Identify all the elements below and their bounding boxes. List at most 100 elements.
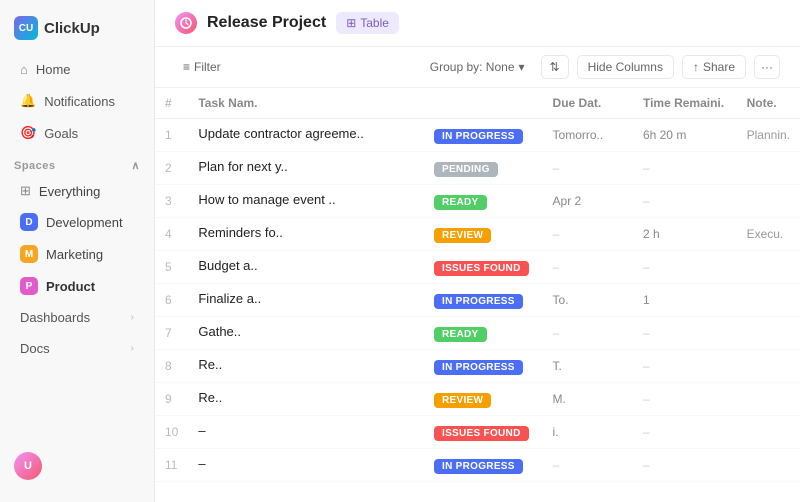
task-status[interactable]: IN PROGRESS xyxy=(424,119,543,152)
hide-columns-label: Hide Columns xyxy=(588,60,663,74)
status-badge: READY xyxy=(434,327,487,342)
table-icon: ⊞ xyxy=(346,16,356,30)
due-date: T. xyxy=(543,350,633,383)
spaces-collapse-icon[interactable]: ∧ xyxy=(131,159,140,172)
time-remaining: – xyxy=(633,251,737,284)
task-status[interactable]: REVIEW xyxy=(424,218,543,251)
goals-icon: 🎯 xyxy=(20,125,36,141)
status-badge: IN PROGRESS xyxy=(434,294,523,309)
status-badge: IN PROGRESS xyxy=(434,360,523,375)
sidebar-item-everything[interactable]: ⊞ Everything xyxy=(6,177,148,205)
table-row[interactable]: 2Plan for next y..PENDING–– xyxy=(155,152,800,185)
task-name[interactable]: Gathe.. xyxy=(188,317,424,350)
row-num: 3 xyxy=(155,185,188,218)
task-status[interactable]: READY xyxy=(424,185,543,218)
logo-icon: CU xyxy=(14,16,38,40)
status-badge: ISSUES FOUND xyxy=(434,426,529,441)
task-status[interactable]: IN PROGRESS xyxy=(424,284,543,317)
task-status[interactable]: REVIEW xyxy=(424,383,543,416)
table-row[interactable]: 6Finalize a..IN PROGRESSTo.1 xyxy=(155,284,800,317)
col-header-notes: Note. xyxy=(737,88,800,119)
task-name[interactable]: Update contractor agreeme.. xyxy=(188,119,424,152)
hide-columns-button[interactable]: Hide Columns xyxy=(577,55,674,79)
task-status[interactable]: ISSUES FOUND xyxy=(424,416,543,449)
status-badge: IN PROGRESS xyxy=(434,129,523,144)
task-status[interactable]: IN PROGRESS xyxy=(424,449,543,482)
sidebar-item-dashboards[interactable]: Dashboards › xyxy=(6,303,148,332)
spaces-label: Spaces xyxy=(14,160,56,172)
mkt-dot: M xyxy=(20,245,38,263)
project-icon xyxy=(175,12,197,34)
due-date: M. xyxy=(543,383,633,416)
due-date: – xyxy=(543,218,633,251)
logo[interactable]: CU ClickUp xyxy=(0,12,154,54)
table-row[interactable]: 3How to manage event ..READYApr 2– xyxy=(155,185,800,218)
notes xyxy=(737,284,800,317)
task-name[interactable]: Re.. xyxy=(188,383,424,416)
status-badge: IN PROGRESS xyxy=(434,459,523,474)
task-name[interactable]: – xyxy=(188,416,424,449)
row-num: 10 xyxy=(155,416,188,449)
task-name[interactable]: Budget a.. xyxy=(188,251,424,284)
prd-dot: P xyxy=(20,277,38,295)
table-body: 1Update contractor agreeme..IN PROGRESST… xyxy=(155,119,800,482)
task-name[interactable]: – xyxy=(188,449,424,482)
table-row[interactable]: 9Re..REVIEWM.– xyxy=(155,383,800,416)
group-by-button[interactable]: Group by: None ▾ xyxy=(422,57,533,77)
topbar: Release Project ⊞ Table xyxy=(155,0,800,47)
home-icon: ⌂ xyxy=(20,62,28,77)
task-name[interactable]: Re.. xyxy=(188,350,424,383)
sort-button[interactable]: ⇅ xyxy=(541,55,569,79)
table-row[interactable]: 7Gathe..READY–– xyxy=(155,317,800,350)
share-icon: ↑ xyxy=(693,60,699,74)
row-num: 11 xyxy=(155,449,188,482)
table-view-button[interactable]: ⊞ Table xyxy=(336,12,399,34)
task-name[interactable]: How to manage event .. xyxy=(188,185,424,218)
sidebar-item-marketing[interactable]: M Marketing xyxy=(6,239,148,269)
table-row[interactable]: 11–IN PROGRESS–– xyxy=(155,449,800,482)
project-title: Release Project xyxy=(207,14,326,32)
notes: Execu. xyxy=(737,218,800,251)
notes xyxy=(737,152,800,185)
sidebar-item-development[interactable]: D Development xyxy=(6,207,148,237)
table-row[interactable]: 5Budget a..ISSUES FOUND–– xyxy=(155,251,800,284)
task-status[interactable]: ISSUES FOUND xyxy=(424,251,543,284)
task-status[interactable]: PENDING xyxy=(424,152,543,185)
task-name[interactable]: Finalize a.. xyxy=(188,284,424,317)
filter-label: Filter xyxy=(194,60,221,74)
status-badge: PENDING xyxy=(434,162,498,177)
sidebar-item-docs[interactable]: Docs › xyxy=(6,334,148,363)
sidebar-footer: U xyxy=(0,442,154,490)
sidebar-item-notifications[interactable]: 🔔 Notifications xyxy=(6,86,148,116)
due-date: – xyxy=(543,251,633,284)
table-row[interactable]: 10–ISSUES FOUNDi.– xyxy=(155,416,800,449)
dashboards-label: Dashboards xyxy=(20,310,90,325)
table-row[interactable]: 4Reminders fo..REVIEW–2 hExecu. xyxy=(155,218,800,251)
task-name[interactable]: Reminders fo.. xyxy=(188,218,424,251)
time-remaining: – xyxy=(633,449,737,482)
user-avatar[interactable]: U xyxy=(14,452,42,480)
task-status[interactable]: READY xyxy=(424,317,543,350)
group-by-label: Group by: None xyxy=(430,60,515,74)
share-button[interactable]: ↑ Share xyxy=(682,55,746,79)
sidebar-item-product[interactable]: P Product xyxy=(6,271,148,301)
main-content: Release Project ⊞ Table ≡ Filter Group b… xyxy=(155,0,800,502)
row-num: 9 xyxy=(155,383,188,416)
task-name[interactable]: Plan for next y.. xyxy=(188,152,424,185)
filter-button[interactable]: ≡ Filter xyxy=(175,57,229,77)
notes xyxy=(737,449,800,482)
sidebar-item-goals[interactable]: 🎯 Goals xyxy=(6,118,148,148)
sidebar-goals-label: Goals xyxy=(44,126,78,141)
row-num: 6 xyxy=(155,284,188,317)
task-status[interactable]: IN PROGRESS xyxy=(424,350,543,383)
task-table-container: # Task Nam. Due Dat. Time Remaini. Note.… xyxy=(155,88,800,502)
docs-chevron-icon: › xyxy=(131,343,134,354)
table-row[interactable]: 8Re..IN PROGRESST.– xyxy=(155,350,800,383)
notes xyxy=(737,350,800,383)
due-date: i. xyxy=(543,416,633,449)
more-options-button[interactable]: ··· xyxy=(754,55,780,79)
table-row[interactable]: 1Update contractor agreeme..IN PROGRESST… xyxy=(155,119,800,152)
notes xyxy=(737,416,800,449)
group-by-chevron: ▾ xyxy=(519,60,525,74)
sidebar-item-home[interactable]: ⌂ Home xyxy=(6,55,148,84)
